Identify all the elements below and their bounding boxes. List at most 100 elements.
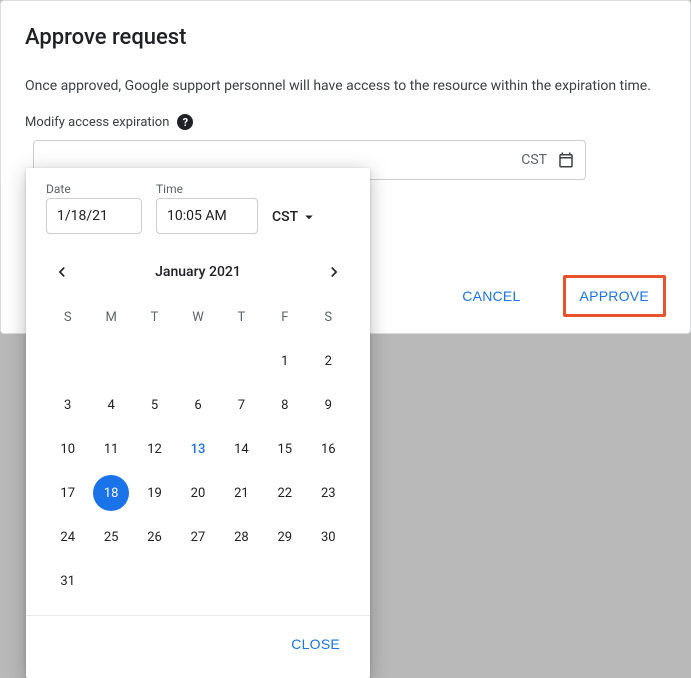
calendar-day[interactable]: 15 [267, 431, 303, 467]
month-year-label: January 2021 [155, 264, 241, 280]
date-picker: Date Time CST January 2021 S M T W T [26, 168, 370, 678]
chevron-right-icon [324, 262, 344, 282]
calendar-day[interactable]: 16 [310, 431, 346, 467]
calendar-day[interactable]: 14 [223, 431, 259, 467]
calendar-cell: 26 [133, 519, 176, 555]
calendar-cell: 21 [220, 475, 263, 511]
calendar-cell: 1 [263, 343, 306, 379]
calendar-cell: 16 [307, 431, 350, 467]
cancel-button[interactable]: CANCEL [448, 278, 534, 314]
approve-button-highlight: APPROVE [563, 275, 666, 317]
dialog-actions: CANCEL APPROVE [448, 275, 666, 317]
calendar-cell: 6 [176, 387, 219, 423]
help-icon[interactable]: ? [177, 114, 193, 130]
calendar-cell: 31 [46, 563, 89, 599]
calendar-cell: 28 [220, 519, 263, 555]
date-input[interactable] [46, 198, 142, 234]
calendar-day[interactable]: 5 [137, 387, 173, 423]
calendar-cell: 8 [263, 387, 306, 423]
calendar-day[interactable]: 1 [267, 343, 303, 379]
calendar-day[interactable]: 26 [137, 519, 173, 555]
calendar-cell: 11 [89, 431, 132, 467]
calendar-day[interactable]: 8 [267, 387, 303, 423]
calendar-cell: 7 [220, 387, 263, 423]
calendar-cell [89, 563, 132, 599]
dow-header: T [133, 300, 176, 335]
calendar-cell [133, 563, 176, 599]
calendar-cell: 20 [176, 475, 219, 511]
calendar-cell [307, 563, 350, 599]
calendar-cell: 10 [46, 431, 89, 467]
calendar-day[interactable]: 17 [50, 475, 86, 511]
calendar-cell: 19 [133, 475, 176, 511]
dow-header: F [263, 300, 306, 335]
chevron-left-icon [52, 262, 72, 282]
dow-header: S [46, 300, 89, 335]
calendar-day[interactable]: 4 [93, 387, 129, 423]
calendar-day[interactable]: 6 [180, 387, 216, 423]
picker-inputs-row: Date Time CST [46, 182, 350, 234]
picker-actions: CLOSE [26, 615, 370, 668]
calendar-cell [89, 343, 132, 379]
calendar-day[interactable]: 31 [50, 563, 86, 599]
calendar-cell: 17 [46, 475, 89, 511]
close-button[interactable]: CLOSE [277, 626, 354, 662]
calendar-grid: S M T W T F S 12345678910111213141516171… [46, 292, 350, 607]
timezone-selector[interactable]: CST [272, 208, 318, 234]
dialog-title: Approve request [25, 25, 666, 50]
calendar-day[interactable]: 20 [180, 475, 216, 511]
calendar-day[interactable]: 22 [267, 475, 303, 511]
calendar-cell: 4 [89, 387, 132, 423]
time-input[interactable] [156, 198, 258, 234]
date-field-label: Date [46, 182, 142, 196]
calendar-day[interactable]: 24 [50, 519, 86, 555]
calendar-cell: 15 [263, 431, 306, 467]
calendar-day[interactable]: 18 [93, 475, 129, 511]
calendar-day[interactable]: 10 [50, 431, 86, 467]
modify-expiration-row: Modify access expiration ? [25, 114, 666, 130]
next-month-button[interactable] [320, 258, 348, 286]
calendar-day[interactable]: 28 [223, 519, 259, 555]
calendar-cell: 13 [176, 431, 219, 467]
prev-month-button[interactable] [48, 258, 76, 286]
calendar-cell: 18 [89, 475, 132, 511]
calendar-cell: 14 [220, 431, 263, 467]
calendar-cell: 29 [263, 519, 306, 555]
calendar-cell: 12 [133, 431, 176, 467]
calendar-day[interactable]: 9 [310, 387, 346, 423]
calendar-day[interactable]: 29 [267, 519, 303, 555]
month-navigation: January 2021 [46, 252, 350, 292]
calendar-day[interactable]: 13 [180, 431, 216, 467]
calendar-cell [176, 563, 219, 599]
calendar-day[interactable]: 21 [223, 475, 259, 511]
calendar-day[interactable]: 25 [93, 519, 129, 555]
calendar-day[interactable]: 23 [310, 475, 346, 511]
calendar-cell [46, 343, 89, 379]
time-field-label: Time [156, 182, 258, 196]
calendar-day[interactable]: 12 [137, 431, 173, 467]
date-field: Date [46, 182, 142, 234]
calendar-day[interactable]: 7 [223, 387, 259, 423]
calendar-day[interactable]: 27 [180, 519, 216, 555]
timezone-value: CST [272, 209, 298, 225]
calendar-cell [176, 343, 219, 379]
calendar-cell [133, 343, 176, 379]
dow-header: M [89, 300, 132, 335]
modify-expiration-label: Modify access expiration [25, 115, 169, 130]
chevron-down-icon [300, 208, 318, 226]
calendar-day[interactable]: 3 [50, 387, 86, 423]
calendar-day[interactable]: 2 [310, 343, 346, 379]
calendar-cell: 27 [176, 519, 219, 555]
calendar-icon [557, 151, 575, 169]
dow-header: T [220, 300, 263, 335]
calendar-cell: 25 [89, 519, 132, 555]
calendar-day[interactable]: 19 [137, 475, 173, 511]
calendar-cell: 5 [133, 387, 176, 423]
calendar-cell: 30 [307, 519, 350, 555]
calendar-day[interactable]: 30 [310, 519, 346, 555]
approve-button[interactable]: APPROVE [566, 278, 663, 314]
time-field: Time [156, 182, 258, 234]
calendar-cell: 22 [263, 475, 306, 511]
dialog-description: Once approved, Google support personnel … [25, 78, 666, 94]
calendar-day[interactable]: 11 [93, 431, 129, 467]
